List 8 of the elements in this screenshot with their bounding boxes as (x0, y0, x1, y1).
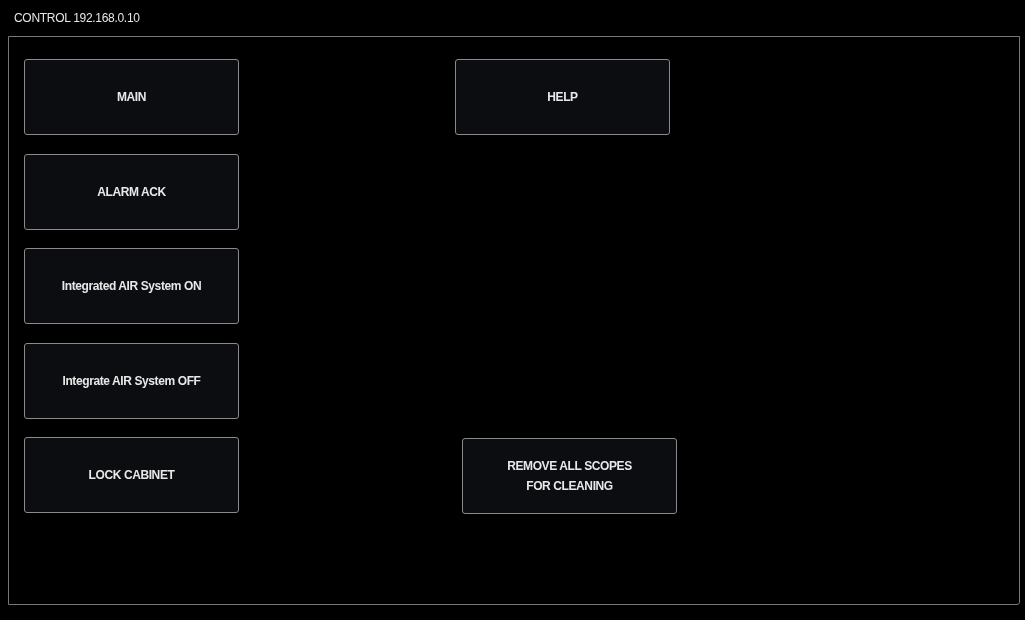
command-button[interactable]: MAIN (24, 59, 239, 135)
command-button[interactable]: Integrated AIR System ON (24, 248, 239, 324)
command-button[interactable]: Integrate AIR System OFF (24, 342, 239, 419)
command-button[interactable]: LOCK CABINET (24, 437, 239, 513)
command-button[interactable]: REMOVE ALL SCOPES FOR CLEANING (462, 438, 677, 514)
command-button[interactable]: HELP (455, 59, 670, 135)
window-title: CONTROL 192.168.0.10 (14, 11, 140, 25)
command-button[interactable]: ALARM ACK (24, 153, 239, 230)
